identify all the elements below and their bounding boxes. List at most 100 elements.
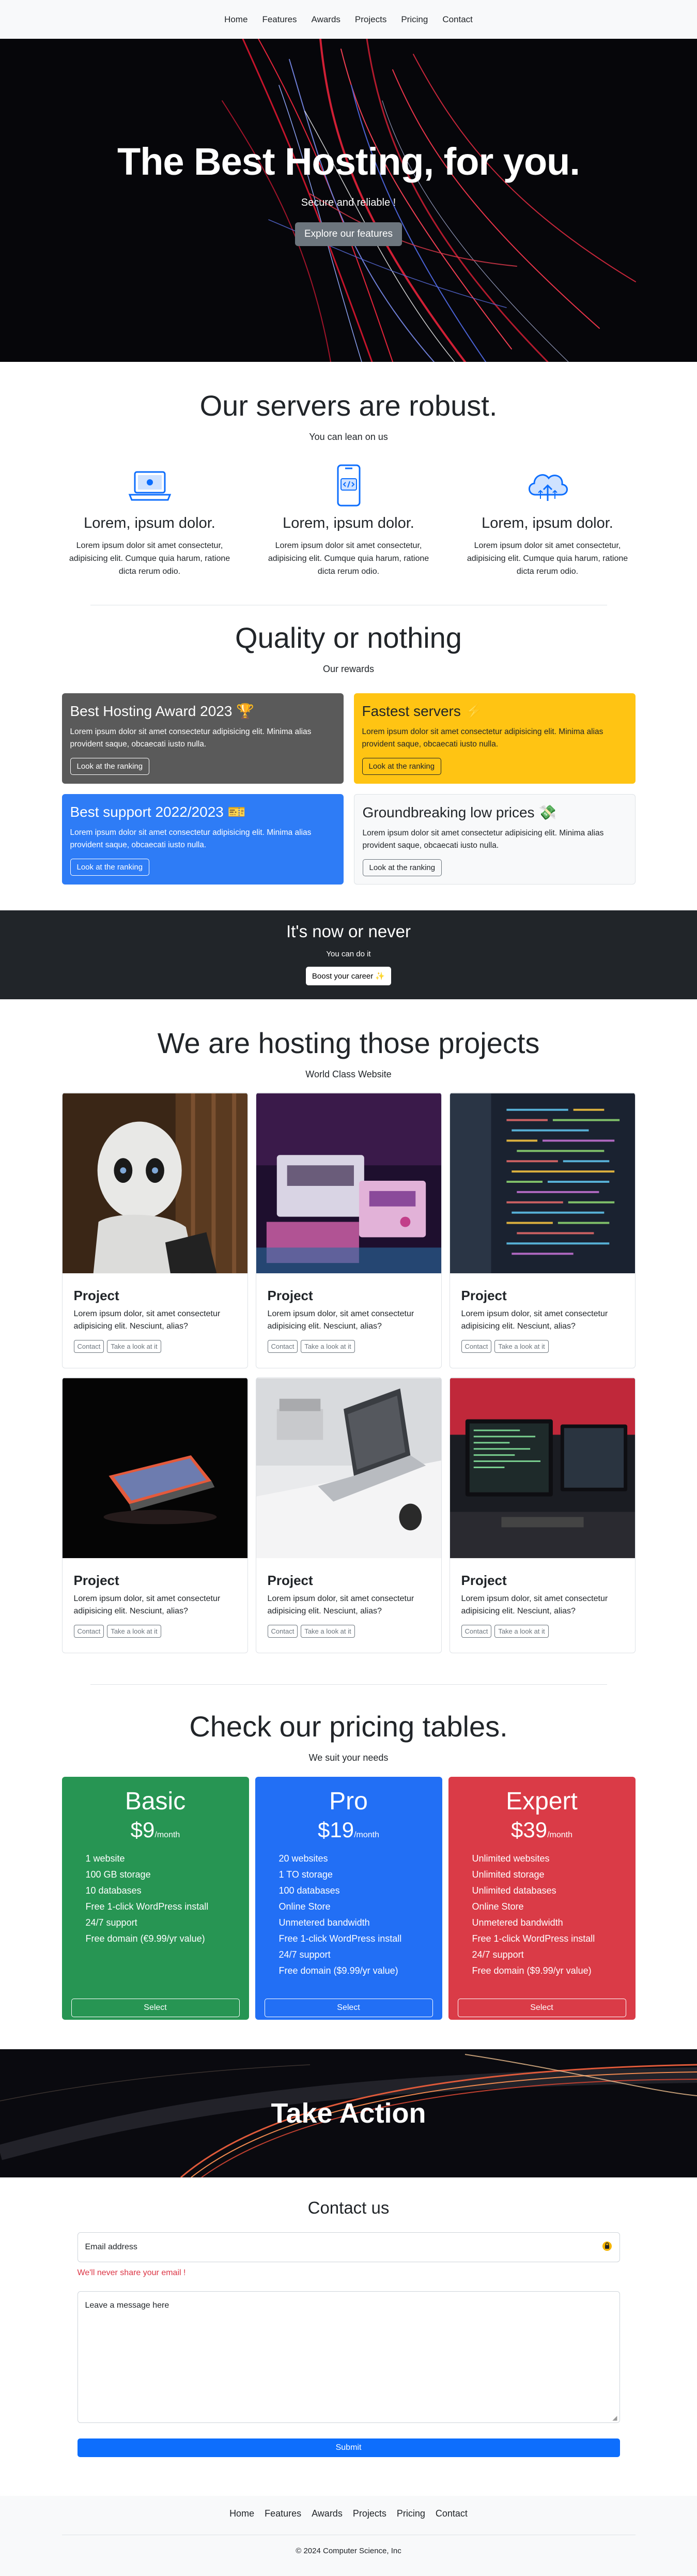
retro-console-image: [256, 1093, 441, 1274]
contact-button[interactable]: Contact: [461, 1625, 492, 1638]
award-card: Groundbreaking low prices 💸 Lorem ipsum …: [353, 794, 636, 885]
take-look-button[interactable]: Take a look at it: [107, 1340, 161, 1353]
plan-feature: Unlimited websites: [472, 1853, 550, 1864]
project-card: Project Lorem ipsum dolor, sit amet cons…: [61, 1092, 248, 1368]
plan-feature: 24/7 support: [85, 1917, 137, 1928]
award-text: Lorem ipsum dolor sit amet consectetur a…: [70, 828, 312, 849]
plan-price: $39/month: [458, 1818, 626, 1842]
feature-text: Lorem ipsum dolor sit amet consectetur, …: [69, 541, 230, 576]
take-look-button[interactable]: Take a look at it: [107, 1625, 161, 1638]
projects-section: We are hosting those projects World Clas…: [0, 999, 697, 1684]
hero-subtitle: Secure and reliable !: [301, 196, 396, 208]
submit-button[interactable]: Submit: [77, 2438, 620, 2457]
footer-link-home[interactable]: Home: [224, 2508, 259, 2519]
nav-features[interactable]: Features: [255, 14, 304, 25]
plan-feature: 24/7 support: [278, 1949, 331, 1960]
select-basic-button[interactable]: Select: [71, 1999, 240, 2017]
plan-feature: 20 websites: [278, 1853, 328, 1864]
awards-title: Quality or nothing: [235, 621, 462, 654]
servers-subtitle: You can lean on us: [309, 432, 388, 442]
project-card: Project Lorem ipsum dolor, sit amet cons…: [449, 1377, 636, 1653]
plan-feature: Unmetered bandwidth: [472, 1917, 563, 1928]
phone-code-icon: [261, 463, 437, 508]
pricing-card-pro: Pro $19/month 20 websites 1 TO storage 1…: [255, 1777, 442, 2020]
project-card: Project Lorem ipsum dolor, sit amet cons…: [255, 1092, 442, 1368]
project-title: Project: [73, 1573, 119, 1588]
project-text: Lorem ipsum dolor, sit amet consectetur …: [267, 1309, 414, 1331]
nav-projects[interactable]: Projects: [348, 14, 394, 25]
ranking-button[interactable]: Look at the ranking: [362, 859, 442, 876]
message-placeholder: Leave a message here: [85, 2301, 169, 2310]
plan-price: $9/month: [71, 1818, 240, 1842]
plan-feature: Online Store: [278, 1901, 331, 1912]
price-period: /month: [154, 1831, 180, 1839]
nav-home[interactable]: Home: [217, 14, 255, 25]
code-screen-image: [450, 1093, 635, 1274]
plan-feature: Free domain (€9.99/yr value): [85, 1933, 205, 1944]
ranking-button[interactable]: Look at the ranking: [70, 758, 150, 775]
password-manager-icon[interactable]: [602, 2241, 612, 2254]
award-title: Groundbreaking low prices 💸: [362, 804, 557, 820]
award-card: Fastest servers ⚡ Lorem ipsum dolor sit …: [353, 693, 636, 784]
contact-button[interactable]: Contact: [267, 1625, 298, 1638]
contact-button[interactable]: Contact: [73, 1625, 104, 1638]
feature-title: Lorem, ipsum dolor.: [482, 515, 613, 531]
project-card: Project Lorem ipsum dolor, sit amet cons…: [255, 1377, 442, 1653]
contact-button[interactable]: Contact: [267, 1340, 298, 1353]
footer: Home Features Awards Projects Pricing Co…: [0, 2496, 697, 2576]
plan-feature: Free 1-click WordPress install: [85, 1901, 209, 1912]
footer-link-projects[interactable]: Projects: [348, 2508, 392, 2519]
hero-section: The Best Hosting, for you. Secure and re…: [0, 39, 697, 362]
laptop-dark-image: [62, 1378, 247, 1559]
price-amount: $19: [318, 1818, 354, 1842]
take-look-button[interactable]: Take a look at it: [301, 1625, 355, 1638]
ranking-button[interactable]: Look at the ranking: [70, 859, 150, 876]
contact-button[interactable]: Contact: [461, 1340, 492, 1353]
footer-link-awards[interactable]: Awards: [306, 2508, 348, 2519]
plan-feature: 100 databases: [278, 1885, 340, 1896]
price-period: /month: [354, 1831, 379, 1839]
take-action-banner: Take Action: [0, 2049, 697, 2177]
servers-title: Our servers are robust.: [199, 389, 498, 422]
nav-awards[interactable]: Awards: [304, 14, 348, 25]
plan-name: Basic: [125, 1788, 186, 1815]
boost-career-button[interactable]: Boost your career ✨: [305, 967, 392, 985]
footer-link-pricing[interactable]: Pricing: [392, 2508, 430, 2519]
footer-link-features[interactable]: Features: [259, 2508, 306, 2519]
laptop-icon: [62, 463, 238, 508]
plan-feature: Unlimited databases: [472, 1885, 556, 1896]
resize-handle-icon[interactable]: ◢: [612, 2414, 617, 2421]
explore-features-button[interactable]: Explore our features: [295, 222, 402, 246]
pricing-card-expert: Expert $39/month Unlimited websites Unli…: [448, 1777, 636, 2020]
feature-column: Lorem, ipsum dolor. Lorem ipsum dolor si…: [460, 463, 636, 578]
feature-column: Lorem, ipsum dolor. Lorem ipsum dolor si…: [62, 463, 238, 578]
projects-subtitle: World Class Website: [305, 1069, 392, 1079]
plan-feature: Online Store: [472, 1901, 524, 1912]
plan-feature: Free domain ($9.99/yr value): [472, 1965, 592, 1976]
feature-list: 20 websites 1 TO storage 100 databases O…: [265, 1851, 433, 1979]
plan-feature: Unlimited storage: [472, 1869, 545, 1880]
projects-title: We are hosting those projects: [157, 1027, 540, 1059]
copyright: © 2024 Computer Science, Inc: [296, 2547, 401, 2555]
ranking-button[interactable]: Look at the ranking: [362, 758, 442, 775]
message-textarea[interactable]: Leave a message here ◢: [77, 2291, 620, 2423]
contact-section: Contact us Email address We'll never sha…: [0, 2177, 697, 2496]
footer-nav: Home Features Awards Projects Pricing Co…: [0, 2508, 697, 2519]
contact-button[interactable]: Contact: [73, 1340, 104, 1353]
select-expert-button[interactable]: Select: [457, 1999, 626, 2017]
plan-feature: 1 TO storage: [278, 1869, 333, 1880]
cta-subtitle: You can do it: [326, 950, 371, 958]
footer-link-contact[interactable]: Contact: [430, 2508, 473, 2519]
email-field[interactable]: Email address: [77, 2232, 620, 2262]
take-look-button[interactable]: Take a look at it: [494, 1625, 549, 1638]
plan-feature: 10 databases: [85, 1885, 142, 1896]
cta-banner: It's now or never You can do it Boost yo…: [0, 910, 697, 999]
email-hint: We'll never share your email !: [77, 2268, 186, 2277]
nav-pricing[interactable]: Pricing: [394, 14, 435, 25]
take-look-button[interactable]: Take a look at it: [301, 1340, 355, 1353]
select-pro-button[interactable]: Select: [264, 1999, 433, 2017]
take-look-button[interactable]: Take a look at it: [494, 1340, 549, 1353]
plan-feature: Free 1-click WordPress install: [472, 1933, 595, 1944]
servers-section: Our servers are robust. You can lean on …: [0, 362, 697, 605]
nav-contact[interactable]: Contact: [435, 14, 480, 25]
